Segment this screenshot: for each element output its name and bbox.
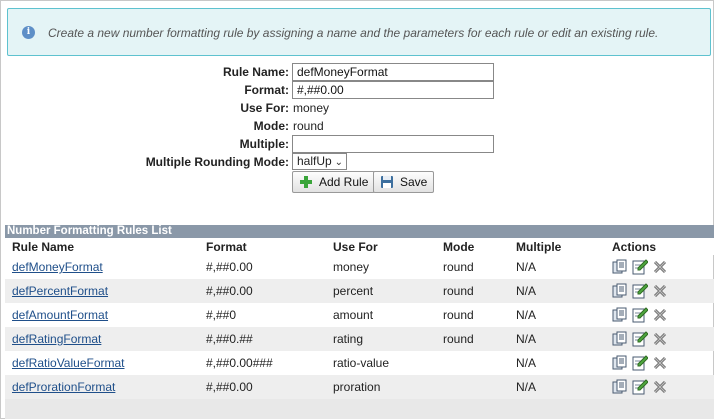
rules-list: Number Formatting Rules List Rule Name F…: [5, 225, 714, 399]
delete-icon[interactable]: [652, 355, 668, 371]
table-row: defAmountFormat #,##0 amount round N/A: [5, 303, 714, 327]
rule-name-link[interactable]: defMoneyFormat: [12, 260, 103, 274]
delete-icon[interactable]: [652, 259, 668, 275]
format-cell: #,##0.00: [206, 284, 253, 298]
form-buttons-row: Add Rule Save: [1, 171, 714, 193]
format-cell: #,##0.00###: [206, 356, 273, 370]
edit-icon[interactable]: [632, 307, 648, 323]
edit-icon[interactable]: [632, 259, 648, 275]
copy-icon[interactable]: [612, 331, 628, 347]
row-actions: [612, 283, 672, 299]
rule-name-label: Rule Name:: [222, 65, 289, 79]
multiple-cell: N/A: [516, 308, 537, 322]
save-label: Save: [400, 175, 428, 189]
format-cell: #,##0: [206, 308, 237, 322]
use-for-cell: rating: [333, 332, 364, 346]
row-actions: [612, 331, 672, 347]
mode-cell: round: [443, 332, 474, 346]
list-title: Number Formatting Rules List: [5, 225, 714, 238]
row-actions: [612, 307, 672, 323]
multiple-label: Multiple:: [239, 137, 289, 151]
rule-name-link[interactable]: defProrationFormat: [12, 380, 115, 394]
multiple-cell: N/A: [516, 356, 537, 370]
column-header-use-for: Use For: [333, 240, 378, 254]
table-row: defPercentFormat #,##0.00 percent round …: [5, 279, 714, 303]
edit-icon[interactable]: [632, 379, 648, 395]
format-cell: #,##0.00: [206, 380, 253, 394]
delete-icon[interactable]: [652, 331, 668, 347]
edit-icon[interactable]: [632, 331, 648, 347]
delete-icon[interactable]: [652, 307, 668, 323]
column-header-format: Format: [206, 240, 247, 254]
edit-icon[interactable]: [632, 355, 648, 371]
rule-name-link[interactable]: defPercentFormat: [12, 284, 108, 298]
rounding-mode-value: halfUp: [297, 154, 332, 168]
delete-icon[interactable]: [652, 283, 668, 299]
use-for-cell: ratio-value: [333, 356, 390, 370]
floppy-disk-icon: [381, 176, 393, 188]
rounding-row: Multiple Rounding Mode: halfUp ⌄: [1, 153, 714, 171]
format-label: Format:: [244, 83, 289, 97]
mode-cell: round: [443, 308, 474, 322]
row-actions: [612, 259, 672, 275]
list-header: Rule Name Format Use For Mode Multiple A…: [5, 238, 714, 255]
multiple-input[interactable]: [292, 135, 494, 153]
use-for-cell: proration: [333, 380, 381, 394]
format-cell: #,##0.##: [206, 332, 253, 346]
add-rule-label: Add Rule: [319, 175, 369, 189]
plus-icon: [300, 176, 312, 188]
use-for-label: Use For:: [240, 101, 289, 115]
save-button[interactable]: Save: [373, 171, 435, 193]
column-header-rule-name: Rule Name: [12, 240, 75, 254]
delete-icon[interactable]: [652, 379, 668, 395]
info-message: Create a new number formatting rule by a…: [48, 26, 659, 40]
rule-name-input[interactable]: defMoneyFormat: [292, 63, 494, 81]
format-input[interactable]: #,##0.00: [292, 81, 494, 99]
rule-name-link[interactable]: defAmountFormat: [12, 308, 108, 322]
row-actions: [612, 355, 672, 371]
use-for-row: Use For: money: [1, 99, 714, 117]
multiple-cell: N/A: [516, 380, 537, 394]
format-cell: #,##0.00: [206, 260, 253, 274]
rule-name-link[interactable]: defRatioValueFormat: [12, 356, 125, 370]
rounding-mode-select[interactable]: halfUp ⌄: [292, 153, 347, 170]
multiple-row: Multiple:: [1, 135, 714, 153]
column-header-mode: Mode: [443, 240, 475, 254]
rule-name-link[interactable]: defRatingFormat: [12, 332, 101, 346]
use-for-value: money: [293, 101, 330, 115]
mode-value: round: [293, 119, 324, 133]
chevron-down-icon: ⌄: [334, 157, 343, 168]
copy-icon[interactable]: [612, 355, 628, 371]
table-row: defRatingFormat #,##0.## rating round N/…: [5, 327, 714, 351]
add-rule-button[interactable]: Add Rule: [292, 171, 376, 193]
row-actions: [612, 379, 672, 395]
multiple-cell: N/A: [516, 284, 537, 298]
copy-icon[interactable]: [612, 259, 628, 275]
table-row: defRatioValueFormat #,##0.00### ratio-va…: [5, 351, 714, 375]
info-icon: i: [22, 26, 35, 39]
rule-name-row: Rule Name: defMoneyFormat: [1, 63, 714, 81]
copy-icon[interactable]: [612, 283, 628, 299]
list-footer: [5, 399, 714, 419]
multiple-cell: N/A: [516, 332, 537, 346]
mode-cell: round: [443, 260, 474, 274]
mode-cell: round: [443, 284, 474, 298]
column-header-actions: Actions: [612, 240, 657, 254]
info-banner: i Create a new number formatting rule by…: [7, 8, 711, 56]
use-for-cell: money: [333, 260, 370, 274]
edit-icon[interactable]: [632, 283, 648, 299]
table-row: defProrationFormat #,##0.00 proration N/…: [5, 375, 714, 399]
rounding-mode-label: Multiple Rounding Mode:: [145, 155, 289, 169]
column-header-multiple: Multiple: [516, 240, 562, 254]
format-row: Format: #,##0.00: [1, 81, 714, 99]
mode-row: Mode: round: [1, 117, 714, 135]
use-for-cell: amount: [333, 308, 374, 322]
table-row: defMoneyFormat #,##0.00 money round N/A: [5, 255, 714, 279]
copy-icon[interactable]: [612, 379, 628, 395]
copy-icon[interactable]: [612, 307, 628, 323]
list-rows: defMoneyFormat #,##0.00 money round N/A …: [5, 255, 714, 399]
multiple-cell: N/A: [516, 260, 537, 274]
mode-label: Mode:: [253, 119, 289, 133]
use-for-cell: percent: [333, 284, 374, 298]
